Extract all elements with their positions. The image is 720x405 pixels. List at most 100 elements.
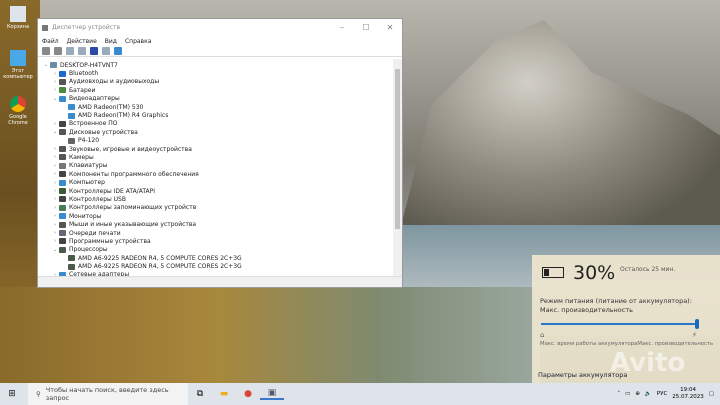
expand-icon[interactable]: › — [51, 188, 59, 194]
battery-tray-icon[interactable]: ▭ — [625, 391, 630, 397]
tree-item[interactable]: › Мыши и иные указывающие устройства — [38, 220, 393, 228]
device-manager-window: Диспетчер устройств – ☐ ✕ Файл Действие Ви… — [37, 18, 403, 288]
tree-item-label: Процессоры — [69, 246, 108, 254]
tree-item[interactable]: ⌄ Дисковые устройства — [38, 128, 393, 136]
minimize-button[interactable]: – — [330, 23, 354, 32]
expand-icon[interactable]: › — [51, 238, 59, 244]
battery-saver-icon: ⌂ — [540, 331, 545, 339]
wallpaper-foreground — [0, 287, 540, 383]
tree-item[interactable]: › Звуковые, игровые и видеоустройства — [38, 145, 393, 153]
tree-item-label: Bluetooth — [69, 70, 99, 78]
device-icon — [68, 263, 75, 270]
desktop-icon-computer[interactable]: Этот компьютер — [2, 50, 34, 80]
power-mode-slider[interactable] — [541, 323, 697, 325]
expand-icon[interactable]: › — [51, 213, 59, 219]
expand-icon[interactable]: › — [51, 205, 59, 211]
desktop-icon-label: Google Chrome — [8, 114, 28, 126]
expand-icon[interactable]: ⌄ — [51, 247, 59, 253]
tree-item[interactable]: AMD A6-9225 RADEON R4, 5 COMPUTE CORES 2… — [38, 254, 393, 262]
tree-item[interactable]: › Контроллеры запоминающих устройств — [38, 204, 393, 212]
maximize-button[interactable]: ☐ — [354, 23, 378, 32]
menu-bar: Файл Действие Вид Справка — [38, 36, 402, 46]
tree-item[interactable]: › Контроллеры IDE ATA/ATAPI — [38, 187, 393, 195]
tree-item[interactable]: ⌄ Видеоадаптеры — [38, 95, 393, 103]
tree-item[interactable]: ⌄ Процессоры — [38, 246, 393, 254]
view-icon[interactable] — [102, 47, 110, 55]
desktop-icon-chrome[interactable]: Google Chrome — [2, 96, 34, 126]
file-explorer-icon[interactable]: ▬ — [212, 389, 236, 399]
task-view-icon[interactable]: ⧉ — [188, 389, 212, 399]
network-icon[interactable]: ⊕ — [635, 391, 640, 397]
start-button[interactable]: ⊞ — [0, 389, 24, 399]
expand-icon[interactable]: › — [51, 87, 59, 93]
device-tree: ⌄ DESKTOP-H4TVNT7 › Bluetooth › Аудиовходы и … — [38, 59, 393, 276]
menu-view[interactable]: Вид — [105, 38, 117, 45]
expand-icon[interactable]: › — [51, 154, 59, 160]
tree-item-label: AMD Radeon(TM) 530 — [78, 103, 144, 111]
desktop-icon-recycle-bin[interactable]: Корзина — [2, 6, 34, 30]
clock[interactable]: 19:04 25.07.2023 — [672, 387, 704, 401]
tree-item[interactable]: › Аудиовходы и аудиовыходы — [38, 78, 393, 86]
taskbar: ⊞ ⚲ Чтобы начать поиск, введите здесь зап… — [0, 383, 720, 405]
menu-file[interactable]: Файл — [42, 38, 59, 45]
expand-icon[interactable]: › — [51, 79, 59, 85]
power-mode-slider-thumb[interactable] — [695, 319, 699, 329]
title-bar: Диспетчер устройств – ☐ ✕ — [38, 19, 402, 36]
expand-icon[interactable]: › — [51, 222, 59, 228]
tree-item[interactable]: › Программные устройства — [38, 237, 393, 245]
expand-icon[interactable]: › — [51, 230, 59, 236]
tree-item[interactable]: AMD A6-9225 RADEON R4, 5 COMPUTE CORES 2… — [38, 262, 393, 270]
tree-item[interactable]: › Компьютер — [38, 178, 393, 186]
tree-item[interactable]: › Мониторы — [38, 212, 393, 220]
expand-icon[interactable]: ⌄ — [51, 129, 59, 135]
tree-item-label: Компоненты программного обеспечения — [69, 170, 199, 178]
tree-item[interactable]: P4-120 — [38, 137, 393, 145]
device-manager-taskbar-icon[interactable]: ▣ — [260, 388, 284, 400]
expand-icon[interactable]: › — [51, 71, 59, 77]
device-icon — [59, 70, 66, 77]
chevron-up-icon[interactable]: ˄ — [617, 391, 620, 397]
notifications-icon[interactable]: ▢ — [709, 391, 714, 397]
expand-icon[interactable]: › — [51, 180, 59, 186]
tree-item[interactable]: AMD Radeon(TM) R4 Graphics — [38, 111, 393, 119]
close-button[interactable]: ✕ — [378, 23, 402, 32]
tree-item[interactable]: › Камеры — [38, 153, 393, 161]
properties-icon[interactable] — [66, 47, 74, 55]
tree-item[interactable]: › Клавиатуры — [38, 162, 393, 170]
window-title: Диспетчер устройств — [52, 24, 121, 31]
expand-icon[interactable]: ⌄ — [42, 62, 50, 68]
tree-item[interactable]: › Компоненты программного обеспечения — [38, 170, 393, 178]
tree-item[interactable]: › Контроллеры USB — [38, 195, 393, 203]
battery-icon — [542, 267, 564, 278]
tree-item[interactable]: › Очереди печати — [38, 229, 393, 237]
monitor-icon[interactable] — [114, 47, 122, 55]
menu-help[interactable]: Справка — [125, 38, 151, 45]
device-icon — [59, 120, 66, 127]
update-icon[interactable] — [78, 47, 86, 55]
chrome-taskbar-icon[interactable]: ● — [236, 389, 260, 399]
system-tray: ˄ ▭ ⊕ 🔈 РУС 19:04 25.07.2023 ▢ — [617, 387, 720, 401]
app-icon — [42, 24, 48, 31]
back-icon[interactable] — [42, 47, 50, 55]
help-icon[interactable] — [90, 47, 98, 55]
volume-icon[interactable]: 🔈 — [645, 391, 652, 397]
expand-icon[interactable]: › — [51, 121, 59, 127]
tree-item[interactable]: › Встроенное ПО — [38, 120, 393, 128]
expand-icon[interactable]: › — [51, 146, 59, 152]
scrollbar[interactable] — [393, 59, 402, 276]
max-label: Макс. производительность — [637, 341, 714, 347]
expand-icon[interactable]: ⌄ — [51, 96, 59, 102]
menu-action[interactable]: Действие — [67, 38, 97, 45]
forward-icon[interactable] — [54, 47, 62, 55]
tree-item[interactable]: › Батареи — [38, 86, 393, 94]
expand-icon[interactable]: › — [51, 163, 59, 169]
search-icon: ⚲ — [36, 390, 41, 398]
tree-item[interactable]: AMD Radeon(TM) 530 — [38, 103, 393, 111]
expand-icon[interactable]: › — [51, 196, 59, 202]
tree-item[interactable]: ⌄ DESKTOP-H4TVNT7 — [38, 61, 393, 69]
language-indicator[interactable]: РУС — [657, 391, 668, 397]
search-box[interactable]: ⚲ Чтобы начать поиск, введите здесь запро… — [28, 383, 188, 405]
expand-icon[interactable]: › — [51, 171, 59, 177]
scrollbar-thumb[interactable] — [395, 69, 400, 229]
tree-item[interactable]: › Bluetooth — [38, 69, 393, 77]
